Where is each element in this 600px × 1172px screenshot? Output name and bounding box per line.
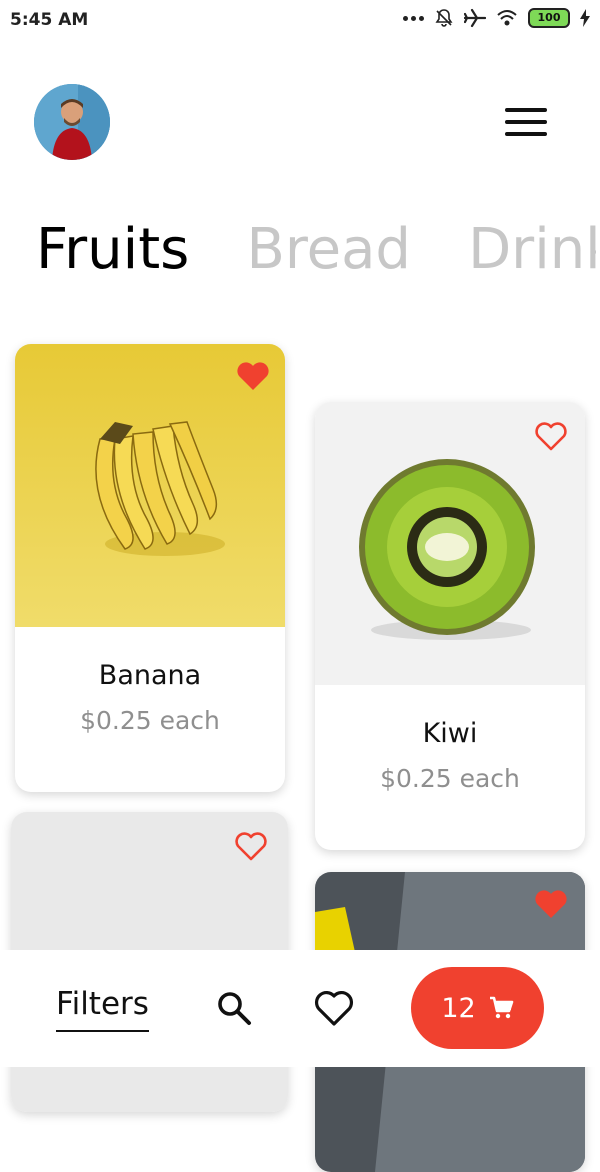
favorite-heart-icon[interactable] (533, 886, 569, 922)
favorite-heart-icon[interactable] (233, 828, 269, 864)
product-price: $0.25 each (80, 706, 220, 735)
tab-bread[interactable]: Bread (246, 215, 411, 285)
bell-off-icon (435, 9, 453, 27)
bottom-bar: Filters 12 (0, 950, 600, 1067)
tab-fruits[interactable]: Fruits (36, 215, 189, 285)
product-card-kiwi[interactable]: Kiwi $0.25 each (315, 402, 585, 850)
battery-icon: 100 (528, 8, 570, 28)
cart-icon (489, 996, 513, 1019)
favorite-heart-icon[interactable] (533, 418, 569, 454)
airplane-icon (464, 8, 486, 28)
user-avatar-icon (34, 84, 110, 160)
category-tabs: Fruits Bread Drinks (36, 215, 596, 295)
cart-count: 12 (441, 992, 476, 1024)
product-price: $0.25 each (380, 764, 520, 793)
product-name: Banana (98, 660, 202, 691)
status-icons: 100 (403, 8, 590, 28)
favorite-heart-icon[interactable] (235, 358, 271, 394)
status-time: 5:45 AM (10, 10, 89, 30)
heart-outline-icon[interactable] (312, 988, 356, 1028)
hamburger-menu-icon[interactable] (505, 108, 547, 138)
charging-icon (580, 9, 590, 27)
wifi-icon (497, 10, 517, 26)
filters-button[interactable]: Filters (56, 986, 149, 1032)
avatar[interactable] (34, 84, 110, 160)
more-dots-icon (403, 15, 424, 21)
cart-button[interactable]: 12 (411, 967, 544, 1049)
search-icon[interactable] (214, 988, 254, 1028)
product-card-banana[interactable]: Banana $0.25 each (15, 344, 285, 792)
status-bar: 5:45 AM 100 (0, 0, 600, 40)
product-name: Kiwi (422, 718, 478, 749)
tab-drinks[interactable]: Drinks (468, 215, 596, 285)
